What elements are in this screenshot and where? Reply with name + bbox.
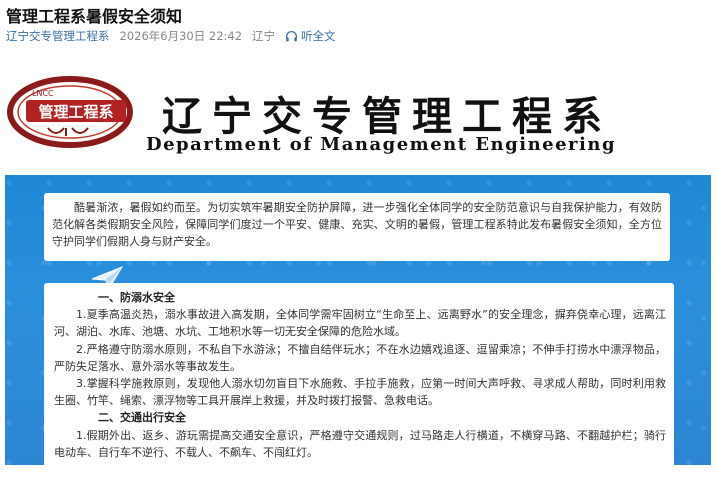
section-paragraph: 2.严格遵守防溺水原则，不私自下水游泳；不擅自结伴玩水；不在水边嬉戏追逐、逗留乘… (54, 342, 666, 373)
logo-abbr: LNCC (32, 89, 54, 98)
article-meta: 辽宁交专管理工程系 2026年6月30日 22:42 辽宁 听全文 (6, 28, 336, 44)
account-name[interactable]: 辽宁交专管理工程系 (6, 28, 110, 44)
publish-datetime: 2026年6月30日 22:42 (119, 29, 243, 43)
intro-card: 酷暑渐浓，暑假如约而至。为切实筑牢暑期安全防护屏障，进一步强化全体同学的安全防范… (44, 193, 670, 261)
location-label: 辽宁 (252, 29, 276, 43)
section-paragraph: 1.假期外出、返乡、游玩需提高交通安全意识，严格遵守交通规则，过马路走人行横道，… (54, 428, 666, 459)
logo-text: 管理工程系 (38, 103, 113, 121)
section-heading: 一、防溺水安全 (98, 291, 175, 304)
department-name-en: Department of Management Engineering (146, 134, 617, 155)
article-title: 管理工程系暑假安全须知 (6, 7, 183, 26)
intro-paragraph: 酷暑渐浓，暑假如约而至。为切实筑牢暑期安全防护屏障，进一步强化全体同学的安全防范… (52, 201, 662, 249)
listen-label: 听全文 (301, 29, 336, 43)
section-heading: 二、交通出行安全 (98, 411, 186, 425)
department-logo: 管理工程系 LNCC (4, 76, 144, 148)
section-paragraph: 1.夏季高温炎热，溺水事故进入高发期，全体同学需牢固树立“生命至上、远离野水”的… (54, 308, 666, 339)
rules-card: 一、防溺水安全 1.夏季高温炎热，溺水事故进入高发期，全体同学需牢固树立“生命至… (44, 283, 674, 483)
department-banner: 管理工程系 LNCC 辽宁交专管理工程系 Department of Manag… (0, 66, 717, 172)
section-paragraph: 3.掌握科学施救原则，发现他人溺水切勿盲目下水施救、手拉手施救，应第一时间大声呼… (54, 377, 666, 408)
listen-button[interactable]: 听全文 (285, 28, 336, 44)
headphones-icon (285, 30, 298, 41)
